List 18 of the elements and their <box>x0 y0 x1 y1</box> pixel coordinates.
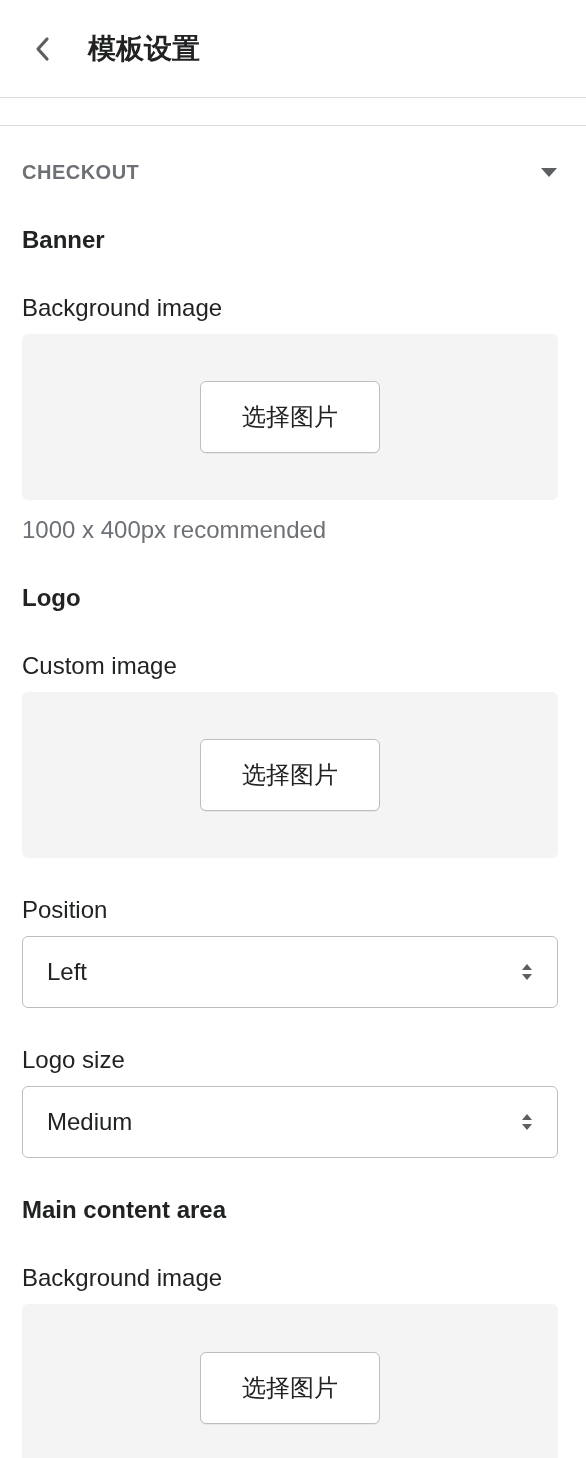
select-image-button[interactable]: 选择图片 <box>200 739 380 811</box>
field-label: Custom image <box>22 651 178 681</box>
section-subheading: Banner <box>22 225 106 255</box>
field-label: Position <box>22 895 109 925</box>
section-header[interactable]: CHECKOUT <box>22 156 558 188</box>
select-image-button[interactable]: 选择图片 <box>200 1352 380 1424</box>
page-title: 模板设置 <box>88 30 200 67</box>
select-field[interactable]: Left <box>22 936 558 1008</box>
select-field[interactable]: Medium <box>22 1086 558 1158</box>
sort-arrows-icon <box>521 963 533 981</box>
hint-text: 1000 x 400px recommended <box>22 515 328 545</box>
select-image-button[interactable]: 选择图片 <box>200 381 380 453</box>
field-label: Logo size <box>22 1045 126 1075</box>
section-subheading: Logo <box>22 583 82 613</box>
field-label: Background image <box>22 1263 224 1293</box>
section-subheading: Main content area <box>22 1195 228 1225</box>
field-label: Background image <box>22 293 224 323</box>
sort-arrows-icon <box>521 1113 533 1131</box>
